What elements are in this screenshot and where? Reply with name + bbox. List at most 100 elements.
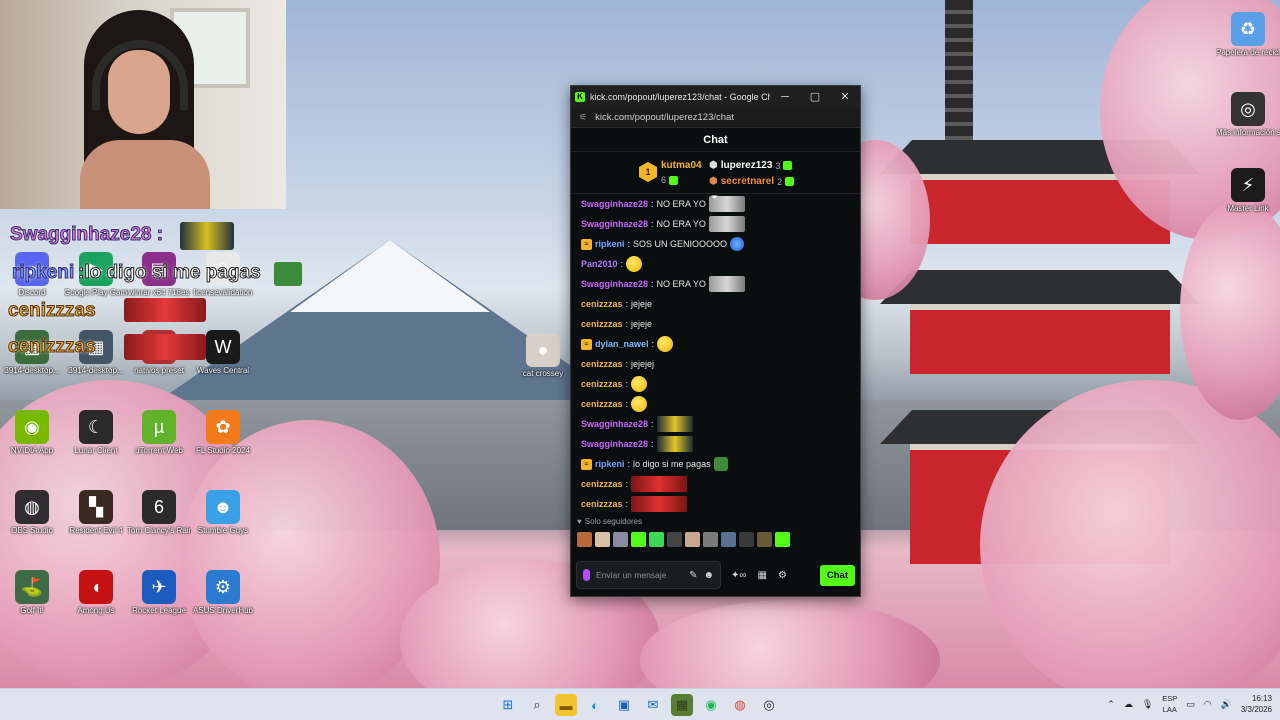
chat-message[interactable]: cenizzzas:: [581, 474, 850, 494]
chat-message[interactable]: Swagginhaze28:: [581, 414, 850, 434]
quick-emote[interactable]: [775, 531, 790, 547]
desktop-shortcut[interactable]: ◉ NVIDIA App: [0, 410, 64, 456]
chat-username[interactable]: cenizzzas: [581, 319, 623, 329]
settings-gear-icon[interactable]: ⚙: [778, 570, 787, 581]
desktop-shortcut[interactable]: 6 Tom Clancy's Rainbow Six: [127, 490, 191, 536]
quick-emote[interactable]: [667, 531, 682, 547]
desktop-shortcut[interactable]: ✈ Rocket League: [127, 570, 191, 616]
chat-username[interactable]: Swagginhaze28: [581, 279, 648, 289]
chat-emote[interactable]: [626, 256, 643, 272]
desktop-shortcut[interactable]: ✿ FL Studio 2024: [191, 410, 255, 456]
quick-emote[interactable]: [631, 531, 646, 547]
scroll-indicator-icon[interactable]: ⏷: [711, 194, 718, 203]
spotify-icon[interactable]: ◉: [700, 694, 722, 716]
chevron-up-icon[interactable]: ⌃: [1107, 699, 1115, 710]
chat-username[interactable]: cenizzzas: [581, 359, 623, 369]
chat-emote[interactable]: [631, 376, 648, 392]
chat-message[interactable]: cenizzzas: jejejej: [581, 354, 850, 374]
quick-emote[interactable]: [685, 531, 700, 547]
chat-emote[interactable]: [713, 457, 728, 471]
chat-emote[interactable]: [708, 216, 745, 232]
chat-username[interactable]: cenizzzas: [581, 399, 623, 409]
chat-emote[interactable]: [631, 496, 688, 512]
quick-emote[interactable]: [757, 531, 772, 547]
edge-icon[interactable]: ◐: [584, 694, 606, 716]
clock[interactable]: 16:13 3/3/2026: [1241, 693, 1272, 715]
translate-icon[interactable]: ✎: [689, 570, 697, 581]
leaderboard-first[interactable]: kutma04: [661, 160, 702, 171]
chat-username[interactable]: Swagginhaze28: [581, 199, 648, 209]
emoji-icon[interactable]: ☻: [703, 570, 714, 581]
chat-input-placeholder[interactable]: Enviar un mensaje: [596, 570, 683, 580]
chat-username[interactable]: Swagginhaze28: [581, 219, 648, 229]
chat-input[interactable]: Enviar un mensaje ✎ ☻: [576, 561, 721, 589]
chat-message[interactable]: cenizzzas:: [581, 494, 850, 514]
chat-emote[interactable]: [730, 237, 745, 251]
chat-message[interactable]: ≈ dylan_nawel:: [581, 334, 850, 354]
leaderboard-third[interactable]: ⬢ secretnarel 2: [709, 176, 795, 187]
network-icon[interactable]: ☁: [1124, 699, 1133, 710]
chat-emote[interactable]: [656, 416, 693, 432]
chat-message[interactable]: Pan2010:: [581, 254, 850, 274]
minimize-button[interactable]: ─: [770, 91, 800, 103]
chat-username[interactable]: Swagginhaze28: [581, 419, 648, 429]
chat-message[interactable]: ≈ ripkeni: SOS UN GENIOOOOO: [581, 234, 850, 254]
windows-start-icon[interactable]: ⊞: [497, 694, 519, 716]
chat-message[interactable]: Swagginhaze28: NO ERA YO: [581, 214, 850, 234]
obs-taskbar-icon[interactable]: ◎: [758, 694, 780, 716]
site-settings-icon[interactable]: ⚟: [579, 112, 587, 123]
quick-emote[interactable]: [595, 531, 610, 547]
chat-username[interactable]: Swagginhaze28: [581, 439, 648, 449]
leaderboard-second[interactable]: ⬢ luperez123 3: [709, 160, 793, 171]
close-button[interactable]: ✕: [830, 90, 860, 103]
window-titlebar[interactable]: K kick.com/popout/luperez123/chat - Goog…: [571, 86, 860, 107]
desktop-shortcut[interactable]: ▚ Resident Evil 4: [64, 490, 128, 536]
chat-username[interactable]: ripkeni: [595, 459, 625, 469]
chat-emote[interactable]: [631, 476, 688, 492]
url-text[interactable]: kick.com/popout/luperez123/chat: [595, 112, 734, 123]
send-chat-button[interactable]: Chat: [819, 564, 855, 586]
language-indicator[interactable]: ESP LAA: [1162, 693, 1177, 715]
desktop-shortcut[interactable]: ☾ Lunar Client: [64, 410, 128, 456]
quick-emote[interactable]: [703, 531, 718, 547]
desktop-shortcut[interactable]: ◍ OBS Studio: [0, 490, 64, 536]
desktop-shortcut[interactable]: ☻ Stumble Guys: [191, 490, 255, 536]
chat-username[interactable]: cenizzzas: [581, 499, 623, 509]
chrome-icon[interactable]: ◍: [729, 694, 751, 716]
quick-emote[interactable]: [739, 531, 754, 547]
display-icon[interactable]: ▭: [1186, 699, 1195, 710]
chat-username[interactable]: cenizzzas: [581, 299, 623, 309]
desktop-shortcut[interactable]: ◎ Más información sobre esta ima...: [1216, 92, 1280, 138]
chat-username[interactable]: dylan_nawel: [595, 339, 649, 349]
chat-message[interactable]: cenizzzas: jejeje: [581, 314, 850, 334]
chat-emote[interactable]: [656, 436, 693, 452]
quick-emote[interactable]: [649, 531, 664, 547]
desktop-shortcut[interactable]: µ uTorrent Web: [127, 410, 191, 456]
chat-message[interactable]: Swagginhaze28:: [581, 434, 850, 454]
volume-icon[interactable]: 🔊: [1221, 699, 1232, 710]
outlook-icon[interactable]: ✉: [642, 694, 664, 716]
quick-emote[interactable]: [613, 531, 628, 547]
quick-emote[interactable]: [577, 531, 592, 547]
desktop-shortcut[interactable]: ● cat crossey: [511, 333, 575, 379]
desktop-shortcut[interactable]: ♻ Papelera de reciclaje: [1216, 12, 1280, 58]
file-explorer-icon[interactable]: ▬: [555, 694, 577, 716]
chat-emote[interactable]: [631, 396, 648, 412]
chat-username[interactable]: cenizzzas: [581, 379, 623, 389]
wifi-icon[interactable]: ◠: [1204, 699, 1212, 710]
chat-identity-icon[interactable]: [583, 569, 590, 581]
chat-message[interactable]: ≈ ripkeni: lo digo si me pagas: [581, 454, 850, 474]
microphone-icon[interactable]: 🎙: [1142, 699, 1153, 710]
chat-username[interactable]: ripkeni: [595, 239, 625, 249]
chat-message[interactable]: cenizzzas: jejeje: [581, 294, 850, 314]
maximize-button[interactable]: ▢: [800, 90, 830, 103]
quick-emote[interactable]: [721, 531, 736, 547]
chat-username[interactable]: Pan2010: [581, 259, 618, 269]
search-icon[interactable]: ⌕: [526, 694, 548, 716]
minecraft-icon[interactable]: ▦: [671, 694, 693, 716]
chat-message[interactable]: Swagginhaze28: NO ERA YO: [581, 274, 850, 294]
store-icon[interactable]: ▣: [613, 694, 635, 716]
emote-picker-icon[interactable]: ✦∞: [731, 570, 747, 581]
chat-username[interactable]: cenizzzas: [581, 479, 623, 489]
chat-emote[interactable]: [657, 336, 674, 352]
